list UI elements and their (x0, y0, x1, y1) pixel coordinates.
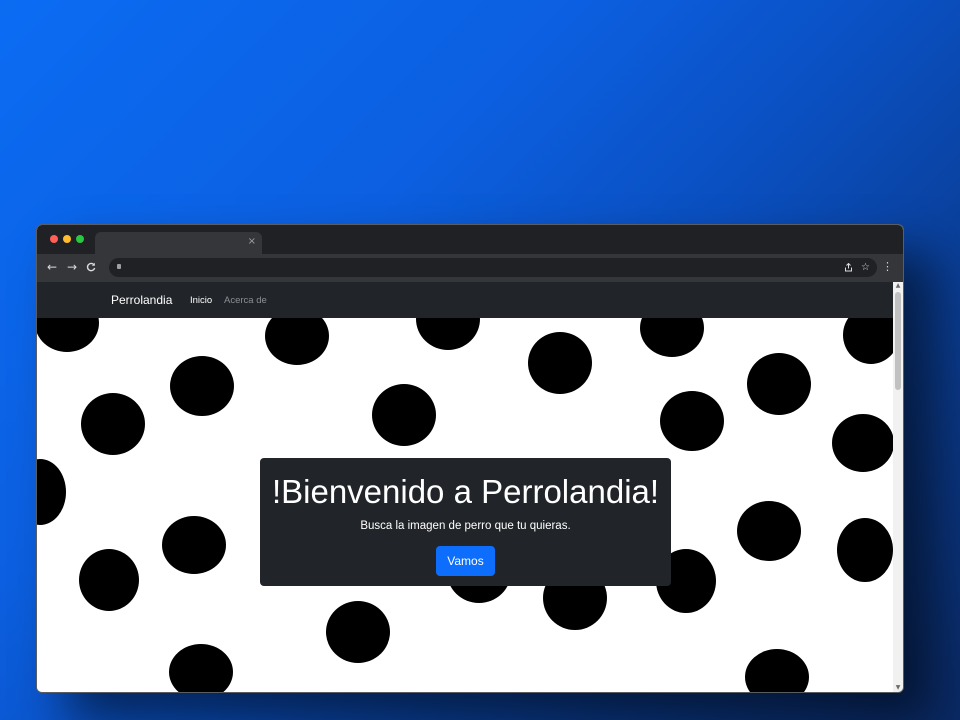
window-maximize-button[interactable] (76, 235, 84, 243)
pattern-dot (745, 649, 809, 692)
reload-icon[interactable] (83, 259, 99, 275)
pattern-dot (79, 549, 139, 611)
scroll-down-arrow-icon[interactable]: ▼ (893, 684, 903, 692)
pattern-dot (660, 391, 724, 451)
pattern-dot (326, 601, 390, 663)
pattern-dot (169, 644, 233, 692)
browser-window: × ← → ☆ ⋮ Perrolandia Inicio Acerca de !… (36, 224, 904, 693)
pattern-dot (81, 393, 145, 455)
forward-arrow-icon[interactable]: → (64, 259, 80, 275)
scroll-up-arrow-icon[interactable]: ▲ (893, 282, 903, 290)
share-icon[interactable] (844, 259, 853, 278)
scrollbar-thumb[interactable] (895, 292, 901, 390)
browser-tab[interactable]: × (95, 232, 262, 254)
hero-title: !Bienvenido a Perrolandia! (271, 473, 660, 510)
pattern-dot (37, 459, 66, 525)
site-navbar: Perrolandia Inicio Acerca de (37, 282, 893, 318)
navbar-brand[interactable]: Perrolandia (111, 293, 172, 307)
vamos-button[interactable]: Vamos (436, 546, 495, 576)
pattern-dot (837, 518, 893, 582)
window-close-button[interactable] (50, 235, 58, 243)
pattern-dot (747, 353, 811, 415)
page-viewport: Perrolandia Inicio Acerca de !Bienvenido… (37, 282, 893, 692)
more-vertical-icon[interactable]: ⋮ (882, 259, 893, 275)
vertical-scrollbar[interactable]: ▲ ▼ (893, 282, 903, 692)
pattern-dot (170, 356, 234, 416)
nav-link-acerca-de[interactable]: Acerca de (224, 295, 267, 306)
pattern-dot (372, 384, 436, 446)
hero-subtitle: Busca la imagen de perro que tu quieras. (360, 520, 571, 532)
window-minimize-button[interactable] (63, 235, 71, 243)
bookmark-star-icon[interactable]: ☆ (861, 259, 870, 276)
lock-icon (117, 264, 121, 269)
browser-toolbar: ← → ☆ ⋮ (37, 254, 903, 282)
back-arrow-icon[interactable]: ← (44, 259, 60, 275)
address-bar[interactable]: ☆ (109, 258, 877, 277)
tab-close-icon[interactable]: × (248, 235, 256, 249)
title-bar: × (37, 225, 903, 254)
hero-card: !Bienvenido a Perrolandia! Busca la imag… (260, 458, 671, 586)
pattern-dot (737, 501, 801, 561)
pattern-dot (528, 332, 592, 394)
pattern-dot (162, 516, 226, 574)
pattern-dot (832, 414, 893, 472)
nav-link-inicio[interactable]: Inicio (190, 295, 212, 306)
